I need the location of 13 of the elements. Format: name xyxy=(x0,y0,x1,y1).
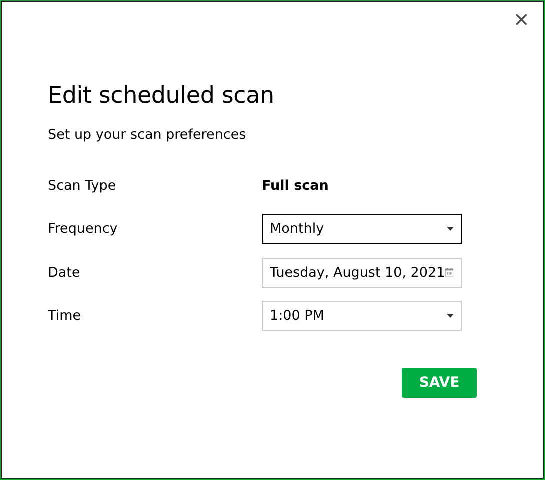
caret-icon xyxy=(447,314,454,318)
date-picker[interactable]: Tuesday, August 10, 2021 xyxy=(262,258,462,288)
dialog-subtitle: Set up your scan preferences xyxy=(48,126,248,145)
dialog-title: Edit scheduled scan xyxy=(48,83,276,111)
close-button[interactable]: × xyxy=(509,7,534,31)
field-label: Scan Type xyxy=(48,176,118,196)
field-label: Frequency xyxy=(48,220,119,240)
dropdown[interactable]: 1:00 PM xyxy=(262,301,462,332)
field-label: Date xyxy=(48,264,82,283)
field-label: Time xyxy=(48,307,82,326)
dropdown[interactable]: Monthly xyxy=(262,214,462,244)
field-value: Full scan xyxy=(262,176,329,196)
caret-icon xyxy=(447,227,454,232)
